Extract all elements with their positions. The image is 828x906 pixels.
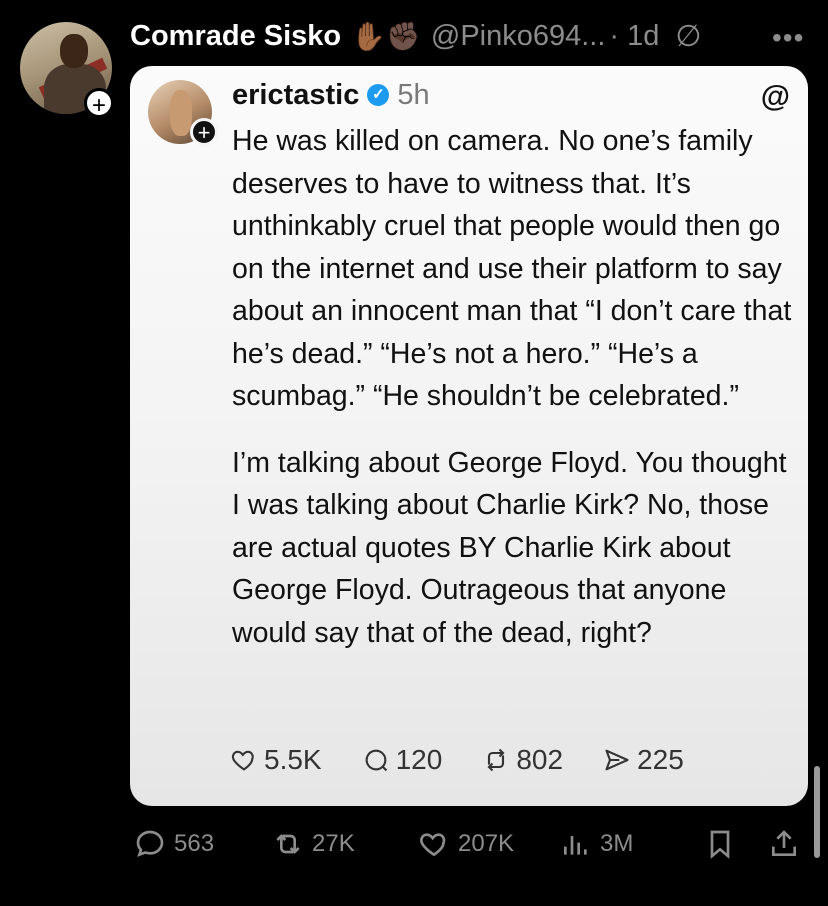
quoted-like-stat[interactable]: 5.5K [230,744,322,776]
quoted-post-card[interactable]: + erictastic ✓ 5h @ He was killed on cam… [130,66,808,806]
post-header: Comrade Sisko ✋🏾✊🏿 @Pinko694... · 1d ∅ [130,14,702,58]
quoted-paragraph: He was killed on camera. No one’s family… [232,125,792,412]
quoted-stats: 5.5K 120 802 225 [230,744,724,776]
reply-button[interactable]: 563 [134,828,214,860]
like-count: 207K [458,830,515,857]
heart-icon [420,833,446,857]
author-name[interactable]: Comrade Sisko [130,20,341,53]
quoted-reply-stat[interactable]: 120 [362,744,443,776]
quoted-text: He was killed on camera. No one’s family… [232,120,798,654]
bookmark-button[interactable] [704,828,736,860]
quoted-reply-count: 120 [395,744,443,775]
repost-icon [276,834,300,854]
action-bar: 563 27K 207K 3M [132,820,808,864]
share-icon [605,749,629,771]
post-time: · 1d [609,19,660,52]
quoted-follow-button[interactable]: + [190,118,218,146]
repost-button[interactable]: 27K [272,828,355,860]
author-emojis: ✋🏾✊🏿 [351,20,421,52]
heart-icon [231,750,254,771]
views-button[interactable]: 3M [560,828,633,860]
avatar-detail [60,34,88,68]
bookmark-icon [710,830,730,859]
repost-count: 27K [312,830,355,857]
reply-count: 563 [174,830,215,857]
quoted-share-count: 225 [637,744,684,775]
quoted-paragraph: I’m talking about George Floyd. You thou… [232,446,787,649]
quoted-repost-stat[interactable]: 802 [482,744,563,776]
quoted-repost-count: 802 [516,744,564,775]
quoted-author-name[interactable]: erictastic [232,79,359,112]
verified-icon: ✓ [367,84,390,106]
view-count: 3M [600,830,634,857]
scrollbar[interactable] [814,766,820,858]
views-icon [564,836,587,855]
quoted-share-stat[interactable]: 225 [603,744,684,776]
like-button[interactable]: 207K [418,828,514,860]
comment-icon [136,830,164,857]
mute-icon[interactable]: ∅ [675,19,701,54]
more-icon[interactable]: ••• [772,22,804,54]
quoted-time: 5h [397,78,430,111]
share-button[interactable] [768,828,800,860]
follow-button[interactable]: + [84,88,114,119]
author-handle[interactable]: @Pinko694... [431,20,606,53]
avatar-detail [170,90,192,136]
threads-logo-icon[interactable]: @ [761,80,790,114]
repost-icon [487,748,505,772]
share-icon [772,830,796,856]
quoted-like-count: 5.5K [264,744,322,775]
comment-icon [365,749,387,772]
quoted-header: erictastic ✓ 5h [232,72,430,118]
